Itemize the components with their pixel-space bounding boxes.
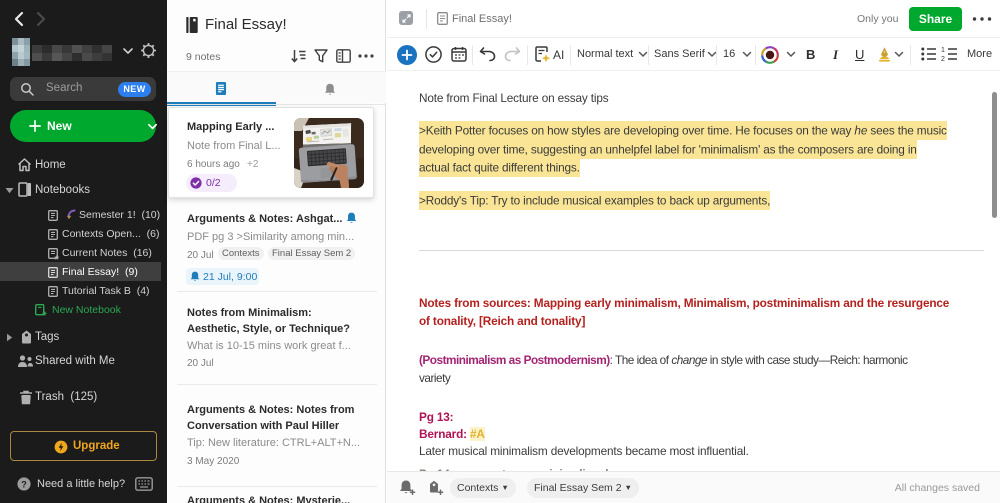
svg-text:?: ? xyxy=(21,479,27,489)
svg-text:2: 2 xyxy=(941,56,945,62)
svg-text:1: 1 xyxy=(941,47,945,54)
